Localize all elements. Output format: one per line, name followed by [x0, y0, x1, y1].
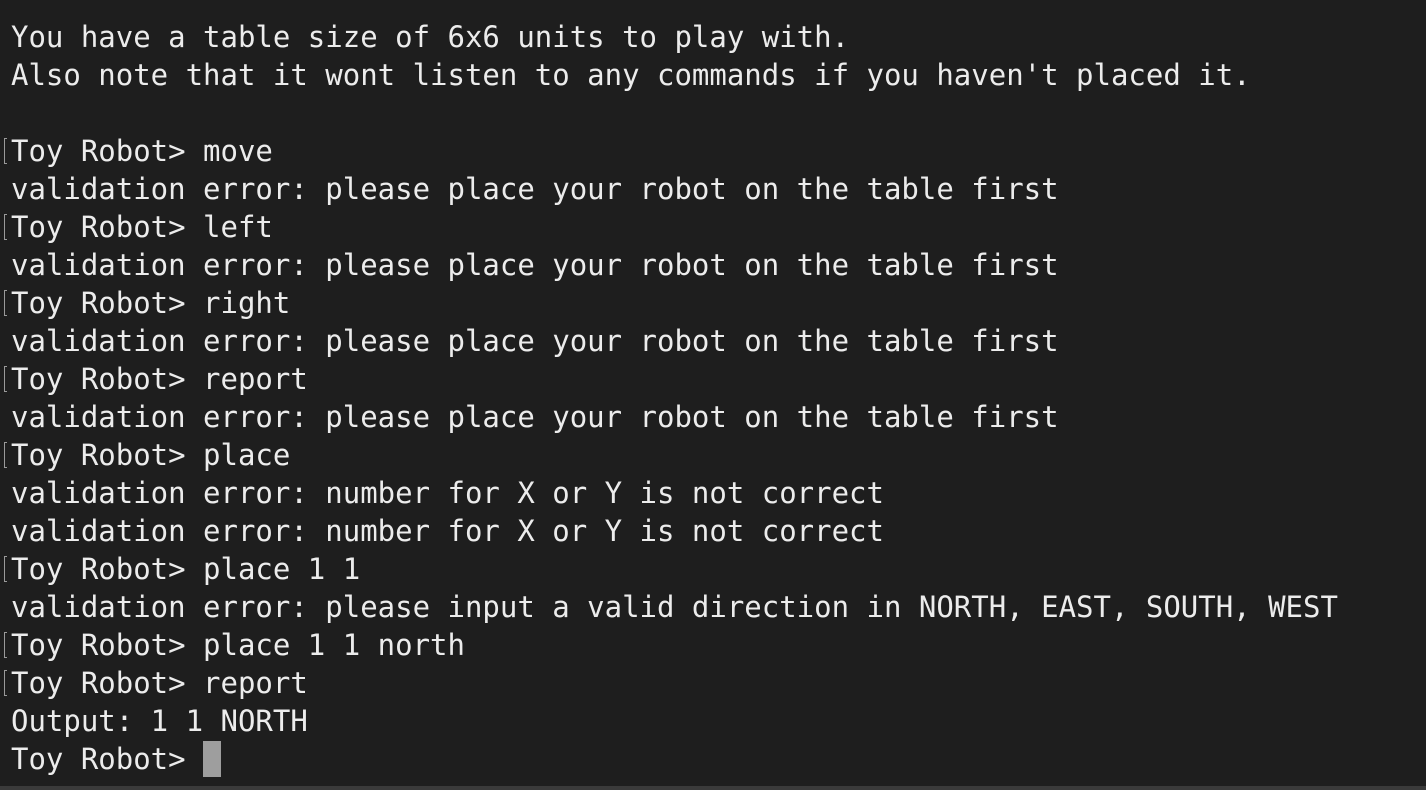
- command-mark-icon: [4, 556, 7, 582]
- line-text: Toy Robot> place 1 1 north: [11, 628, 465, 662]
- terminal-error-line: validation error: number for X or Y is n…: [11, 474, 1426, 512]
- terminal-error-line: validation error: please place your robo…: [11, 170, 1426, 208]
- terminal-command-line: Toy Robot> move: [4, 132, 1426, 170]
- terminal-error-line: validation error: please place your robo…: [11, 246, 1426, 284]
- line-text: validation error: please place your robo…: [11, 248, 1059, 282]
- terminal-command-line: Toy Robot> right: [4, 284, 1426, 322]
- command-mark-icon: [4, 632, 7, 658]
- line-text: validation error: please place your robo…: [11, 172, 1059, 206]
- terminal-error-line: validation error: please place your robo…: [11, 322, 1426, 360]
- command-mark-icon: [4, 138, 7, 164]
- line-text: validation error: number for X or Y is n…: [11, 514, 884, 548]
- terminal-command-line: Toy Robot> report: [4, 360, 1426, 398]
- prompt-text: Toy Robot>: [11, 742, 204, 776]
- command-mark-icon: [4, 670, 7, 696]
- window-bottom-border: [0, 786, 1426, 790]
- line-text: Toy Robot> left: [11, 210, 273, 244]
- line-text: Also note that it wont listen to any com…: [11, 58, 1251, 92]
- terminal-window[interactable]: You have a table size of 6x6 units to pl…: [0, 0, 1426, 790]
- terminal-line: Also note that it wont listen to any com…: [11, 56, 1426, 94]
- text-cursor[interactable]: [203, 741, 222, 777]
- terminal-command-line: Toy Robot> report: [4, 664, 1426, 702]
- line-text: Toy Robot> place 1 1: [11, 552, 361, 586]
- terminal-command-line: Toy Robot> place 1 1 north: [4, 626, 1426, 664]
- line-text: validation error: please input a valid d…: [11, 590, 1338, 624]
- terminal-error-line: validation error: number for X or Y is n…: [11, 512, 1426, 550]
- line-text: Toy Robot> move: [11, 134, 273, 168]
- line-text: Toy Robot> report: [11, 362, 308, 396]
- command-mark-icon: [4, 290, 7, 316]
- terminal-line: You have a table size of 6x6 units to pl…: [11, 18, 1426, 56]
- line-text: You have a table size of 6x6 units to pl…: [11, 20, 850, 54]
- line-text: Toy Robot> place: [11, 438, 291, 472]
- command-mark-icon: [4, 442, 7, 468]
- line-text: validation error: please place your robo…: [11, 324, 1059, 358]
- line-text: Output: 1 1 NORTH: [11, 704, 308, 738]
- terminal-command-line: Toy Robot> place: [4, 436, 1426, 474]
- terminal-error-line: validation error: please input a valid d…: [11, 588, 1426, 626]
- line-text: validation error: number for X or Y is n…: [11, 476, 884, 510]
- terminal-output-line: Output: 1 1 NORTH: [11, 702, 1426, 740]
- command-mark-icon: [4, 366, 7, 392]
- terminal-command-line: Toy Robot> place 1 1: [4, 550, 1426, 588]
- command-mark-icon: [4, 214, 7, 240]
- terminal-command-line: Toy Robot> left: [4, 208, 1426, 246]
- line-text: Toy Robot> right: [11, 286, 291, 320]
- terminal-error-line: validation error: please place your robo…: [11, 398, 1426, 436]
- terminal-input-line[interactable]: Toy Robot>: [11, 740, 1426, 778]
- line-text: validation error: please place your robo…: [11, 400, 1059, 434]
- line-text: Toy Robot> report: [11, 666, 308, 700]
